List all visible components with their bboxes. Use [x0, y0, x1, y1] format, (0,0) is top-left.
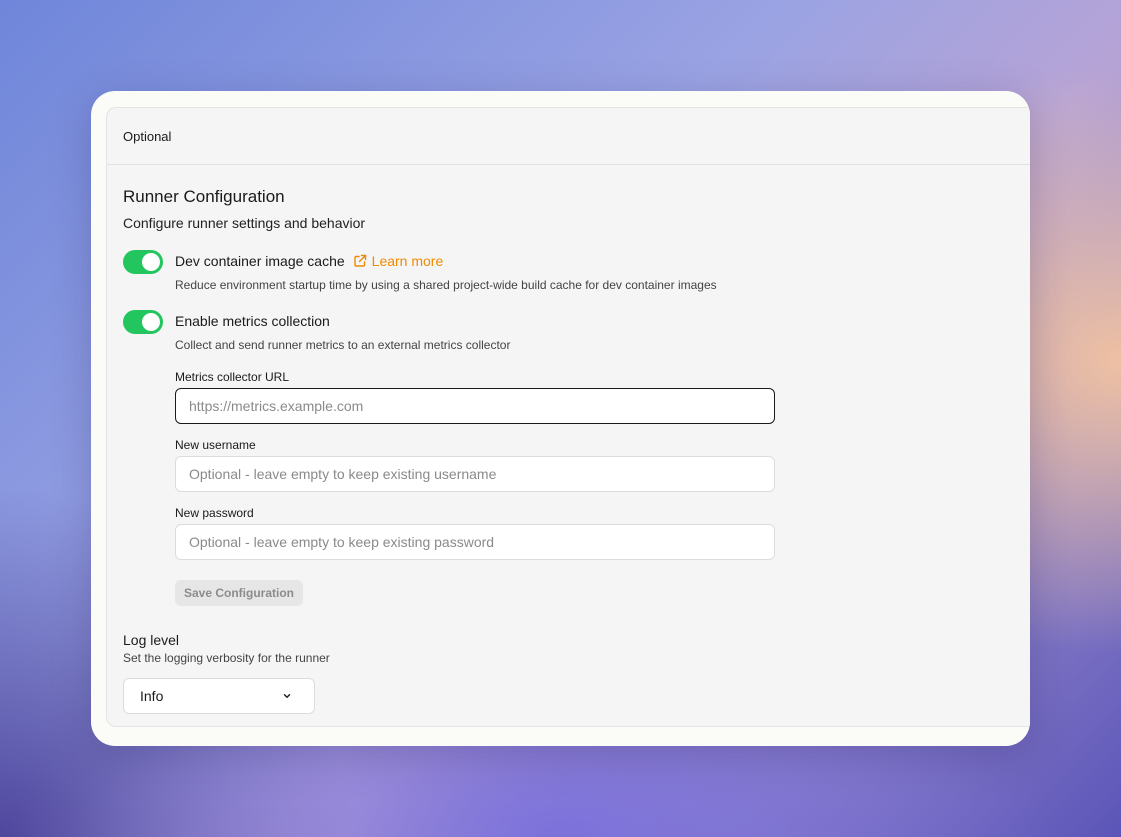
metrics-url-input[interactable]	[175, 388, 775, 424]
dev-cache-label: Dev container image cache	[175, 253, 345, 269]
section-description: Configure runner settings and behavior	[123, 215, 366, 231]
toggle-knob	[142, 313, 160, 331]
panel-header-label: Optional	[123, 128, 172, 144]
log-level-value: Info	[140, 688, 164, 704]
log-level-select[interactable]: Info	[123, 678, 315, 714]
dev-cache-toggle[interactable]	[123, 250, 163, 274]
dev-cache-help: Reduce environment startup time by using…	[175, 278, 717, 292]
learn-more-label: Learn more	[371, 253, 444, 269]
metrics-url-label: Metrics collector URL	[175, 370, 290, 384]
password-label: New password	[175, 506, 254, 520]
username-input[interactable]	[175, 456, 775, 492]
dev-cache-setting: Dev container image cache Learn more	[175, 251, 443, 271]
save-configuration-button[interactable]: Save Configuration	[175, 580, 304, 606]
chevron-down-icon	[283, 694, 291, 698]
metrics-toggle[interactable]	[123, 310, 163, 334]
panel-header: Optional	[107, 108, 1030, 165]
learn-more-link[interactable]: Learn more	[353, 253, 444, 269]
log-level-description: Set the logging verbosity for the runner	[123, 651, 330, 665]
section-title: Runner Configuration	[123, 187, 285, 206]
settings-panel: Optional Runner Configuration Configure …	[106, 107, 1030, 727]
metrics-setting: Enable metrics collection	[175, 311, 330, 331]
metrics-label: Enable metrics collection	[175, 313, 330, 329]
external-link-icon	[353, 254, 366, 267]
log-level-title: Log level	[123, 632, 180, 648]
username-label: New username	[175, 438, 256, 452]
metrics-help: Collect and send runner metrics to an ex…	[175, 338, 511, 352]
app-window: Optional Runner Configuration Configure …	[91, 91, 1030, 746]
password-input[interactable]	[175, 524, 775, 560]
toggle-knob	[142, 253, 160, 271]
